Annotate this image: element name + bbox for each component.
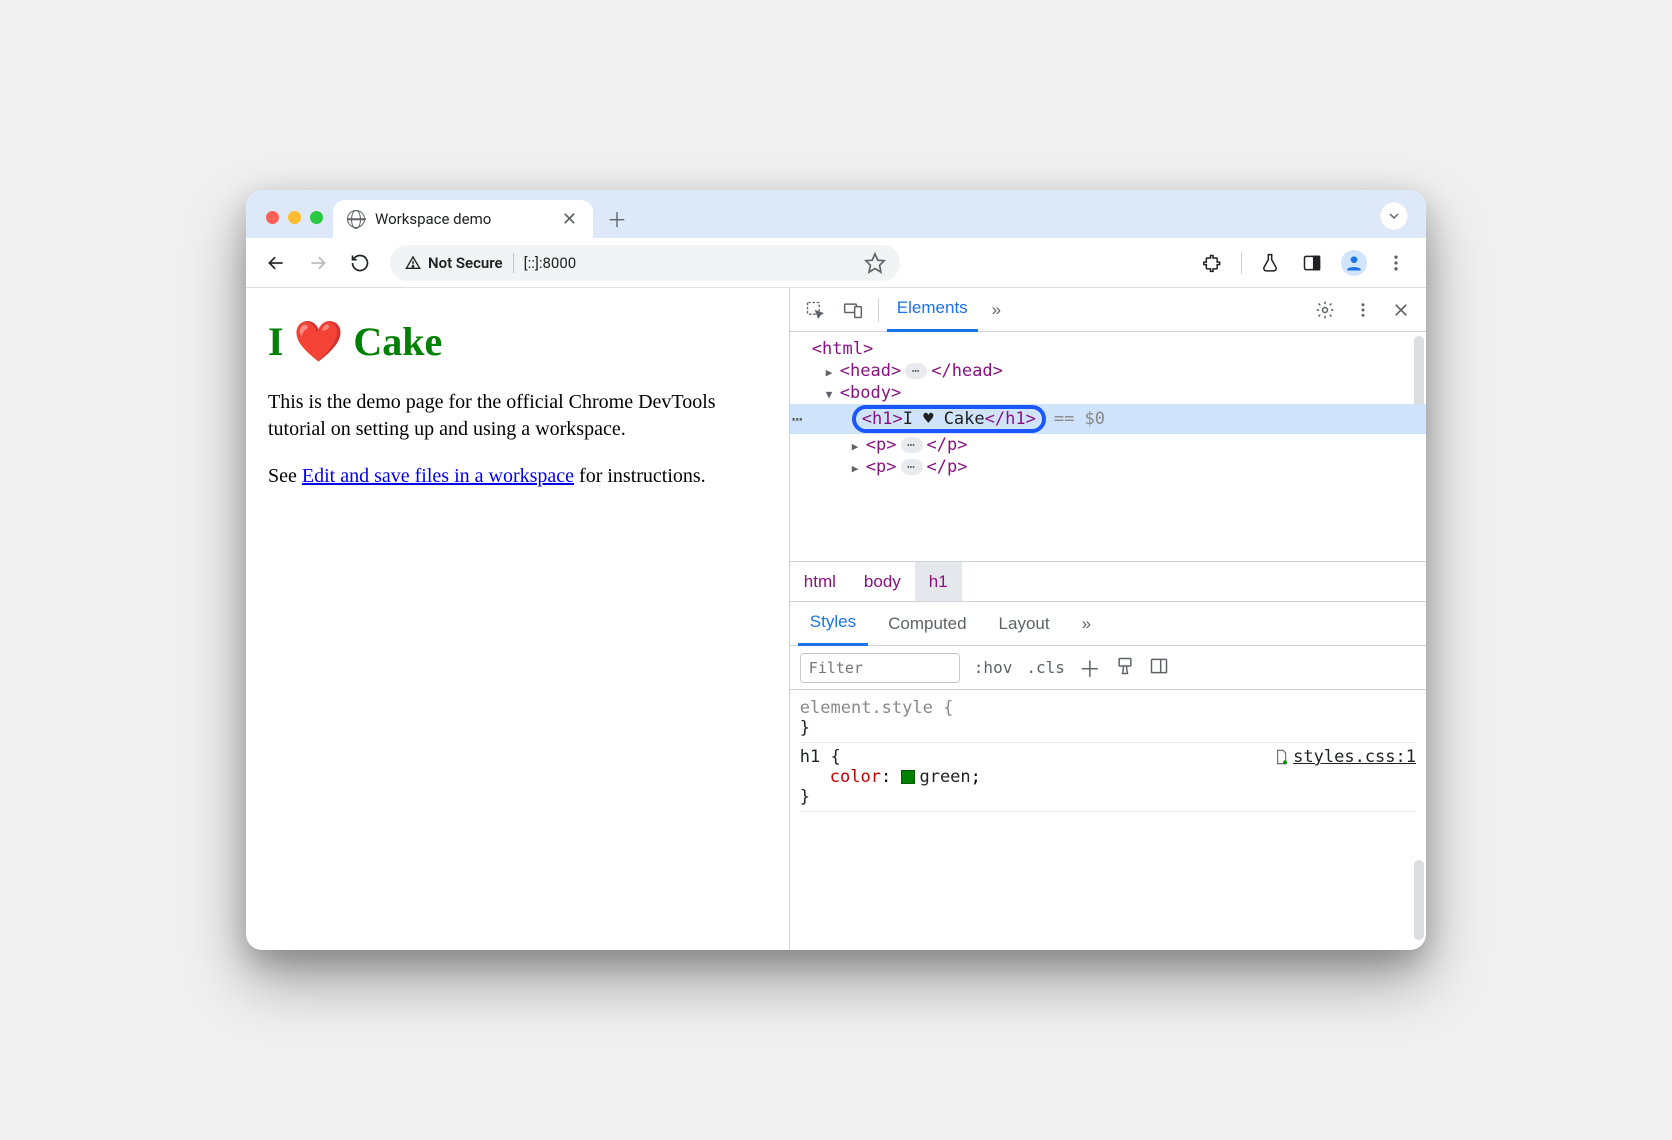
back-button[interactable] <box>258 245 294 281</box>
labs-button[interactable] <box>1252 245 1288 281</box>
close-window-icon[interactable] <box>266 211 279 224</box>
computed-sidebar-icon[interactable] <box>1149 656 1169 680</box>
divider <box>513 253 514 273</box>
console-ref: == $0 <box>1054 409 1105 429</box>
tab-overflow[interactable]: » <box>1070 602 1103 646</box>
tab-elements[interactable]: Elements <box>887 288 978 332</box>
close-tab-icon[interactable]: ✕ <box>558 209 581 230</box>
warning-icon <box>404 255 422 271</box>
highlight-ring: <h1>I ♥ Cake</h1> <box>852 405 1046 433</box>
settings-icon[interactable] <box>1308 293 1342 327</box>
page-heading: I ❤️ Cake <box>268 318 767 365</box>
inspect-element-icon[interactable] <box>798 293 832 327</box>
row-actions-icon[interactable]: ⋯ <box>792 409 804 430</box>
new-style-rule-icon[interactable]: ＋ <box>1079 652 1101 684</box>
tab-overflow-button[interactable] <box>1380 202 1408 230</box>
divider <box>878 298 879 322</box>
browser-tab[interactable]: Workspace demo ✕ <box>333 200 593 238</box>
devtools-panel: Elements » <html> <head>⋯</head> <body> <box>789 288 1426 950</box>
source-link[interactable]: styles.css:1 <box>1273 747 1416 767</box>
new-tab-button[interactable]: ＋ <box>601 202 633 234</box>
hov-toggle[interactable]: :hov <box>974 658 1013 677</box>
device-toolbar-icon[interactable] <box>836 293 870 327</box>
styles-tools: :hov .cls ＋ <box>790 646 1426 690</box>
tab-overflow[interactable]: » <box>982 288 1011 332</box>
dom-node-h1-selected[interactable]: ⋯ <h1>I ♥ Cake</h1> == $0 <box>790 404 1426 434</box>
profile-button[interactable] <box>1336 245 1372 281</box>
reload-button[interactable] <box>342 245 378 281</box>
close-devtools-icon[interactable] <box>1384 293 1418 327</box>
tab-computed[interactable]: Computed <box>876 602 978 646</box>
tab-styles[interactable]: Styles <box>798 602 868 646</box>
rule-element-style[interactable]: element.style { } <box>800 694 1416 743</box>
dom-node-html[interactable]: <html> <box>790 338 1426 360</box>
ellipsis-icon[interactable]: ⋯ <box>901 459 923 475</box>
dom-node-body[interactable]: <body> <box>790 382 1426 404</box>
globe-icon <box>347 210 365 228</box>
dom-node-head[interactable]: <head>⋯</head> <box>790 360 1426 382</box>
paint-brush-icon[interactable] <box>1115 656 1135 680</box>
dom-tree[interactable]: <html> <head>⋯</head> <body> ⋯ <h1>I ♥ C… <box>790 332 1426 562</box>
css-prop-name[interactable]: color <box>830 767 881 787</box>
zoom-window-icon[interactable] <box>310 211 323 224</box>
url-text: [::]:8000 <box>524 254 577 272</box>
file-icon <box>1273 748 1289 766</box>
dom-breadcrumbs: html body h1 <box>790 562 1426 602</box>
ellipsis-icon[interactable]: ⋯ <box>905 363 927 379</box>
dom-node-p[interactable]: <p>⋯</p> <box>790 434 1426 456</box>
styles-tabbar: Styles Computed Layout » <box>790 602 1426 646</box>
dom-node-p[interactable]: <p>⋯</p> <box>790 456 1426 478</box>
crumb-h1[interactable]: h1 <box>915 562 962 601</box>
styles-filter-input[interactable] <box>800 653 960 683</box>
ellipsis-icon[interactable]: ⋯ <box>901 437 923 453</box>
extensions-button[interactable] <box>1195 245 1231 281</box>
address-bar[interactable]: Not Secure [::]:8000 <box>390 245 900 281</box>
avatar-icon <box>1341 250 1367 276</box>
crumb-body[interactable]: body <box>850 562 915 601</box>
security-label: Not Secure <box>428 254 503 272</box>
content-area: I ❤️ Cake This is the demo page for the … <box>246 288 1426 950</box>
rule-h1[interactable]: styles.css:1 h1 { color: green; } <box>800 743 1416 812</box>
devtools-toolbar: Elements » <box>790 288 1426 332</box>
browser-window: Workspace demo ✕ ＋ Not Secure [::]:8000 <box>246 190 1426 950</box>
tab-title: Workspace demo <box>375 210 548 228</box>
crumb-html[interactable]: html <box>790 562 850 601</box>
tab-layout[interactable]: Layout <box>987 602 1062 646</box>
page-paragraph-1: This is the demo page for the official C… <box>268 389 767 443</box>
collapse-icon[interactable] <box>826 383 840 403</box>
scrollbar[interactable] <box>1414 860 1424 940</box>
styles-rules[interactable]: element.style { } styles.css:1 h1 { colo… <box>790 690 1426 950</box>
minimize-window-icon[interactable] <box>288 211 301 224</box>
window-controls <box>258 211 333 238</box>
browser-toolbar: Not Secure [::]:8000 <box>246 238 1426 288</box>
kebab-icon[interactable] <box>1346 293 1380 327</box>
cls-toggle[interactable]: .cls <box>1026 658 1065 677</box>
color-swatch-icon[interactable] <box>901 770 915 784</box>
security-chip[interactable]: Not Secure <box>404 254 503 272</box>
css-prop-value[interactable]: green <box>919 767 970 787</box>
expand-icon[interactable] <box>852 435 866 455</box>
tab-strip: Workspace demo ✕ ＋ <box>246 190 1426 238</box>
expand-icon[interactable] <box>852 457 866 477</box>
divider <box>1241 252 1242 274</box>
page-viewport: I ❤️ Cake This is the demo page for the … <box>246 288 789 950</box>
expand-icon[interactable] <box>826 361 840 381</box>
page-link[interactable]: Edit and save files in a workspace <box>302 465 574 487</box>
menu-button[interactable] <box>1378 245 1414 281</box>
bookmark-icon[interactable] <box>864 252 886 274</box>
page-paragraph-2: See Edit and save files in a workspace f… <box>268 463 767 490</box>
side-panel-button[interactable] <box>1294 245 1330 281</box>
forward-button[interactable] <box>300 245 336 281</box>
